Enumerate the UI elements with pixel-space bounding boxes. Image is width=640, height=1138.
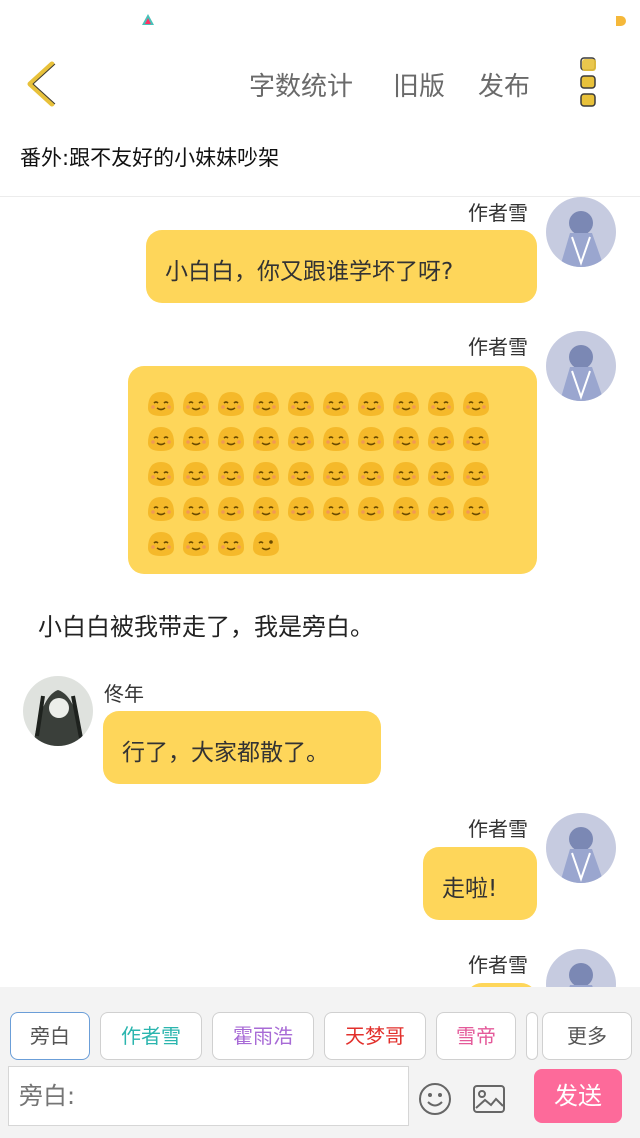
smiling-blob-emoji <box>181 458 211 488</box>
send-button[interactable]: 发送 <box>534 1069 622 1123</box>
smiling-blob-emoji <box>321 458 351 488</box>
role-tab-huoyuhao[interactable]: 霍雨浩 <box>212 1012 314 1060</box>
smiling-blob-emoji <box>461 423 491 453</box>
author-avatar-image <box>546 949 616 987</box>
role-tab-author[interactable]: 作者雪 <box>100 1012 202 1060</box>
avatar[interactable] <box>546 197 616 267</box>
message-bubble[interactable]: 小白白，你又跟谁学坏了呀? <box>146 230 537 303</box>
smiling-blob-emoji <box>321 493 351 523</box>
smiling-blob-emoji <box>146 493 176 523</box>
smiling-blob-emoji <box>426 423 456 453</box>
battery-dot-icon <box>616 16 626 26</box>
smiling-blob-emoji <box>146 528 176 558</box>
smiling-blob-emoji <box>251 493 281 523</box>
composer-panel: 旁白 作者雪 霍雨浩 天梦哥 雪帝 更多 发送 <box>0 987 640 1138</box>
message-text: 小白白，你又跟谁学坏了呀? <box>165 259 454 285</box>
message-bubble[interactable]: 走啦! <box>423 847 537 920</box>
smiling-blob-emoji <box>181 493 211 523</box>
message-input[interactable] <box>8 1066 409 1126</box>
message-bubble[interactable]: 行了，大家都散了。 <box>103 711 381 784</box>
smiling-blob-emoji <box>391 493 421 523</box>
emoji-icon[interactable] <box>418 1082 452 1116</box>
smiling-blob-emoji <box>391 458 421 488</box>
author-name: 作者雪 <box>468 817 528 841</box>
smiling-blob-emoji <box>181 423 211 453</box>
smiling-blob-emoji <box>461 458 491 488</box>
message-text: 走啦! <box>442 876 498 902</box>
smiling-blob-emoji <box>461 388 491 418</box>
more-roles-button[interactable]: 更多 <box>542 1012 632 1060</box>
smiling-blob-emoji <box>146 423 176 453</box>
smiling-blob-emoji <box>216 458 246 488</box>
avatar[interactable] <box>546 331 616 401</box>
author-name: 作者雪 <box>468 335 528 359</box>
role-tab-tianmengge[interactable]: 天梦哥 <box>324 1012 426 1060</box>
author-name: 作者雪 <box>468 201 528 225</box>
smiling-blob-emoji <box>146 458 176 488</box>
smiling-blob-emoji <box>356 493 386 523</box>
message-text: 行了，大家都散了。 <box>122 740 329 766</box>
smiling-blob-emoji <box>251 388 281 418</box>
smiling-blob-emoji <box>216 493 246 523</box>
app-status-icon <box>142 14 154 25</box>
smiling-blob-emoji <box>461 493 491 523</box>
smiling-blob-emoji <box>391 423 421 453</box>
avatar[interactable] <box>546 949 616 987</box>
publish-button[interactable]: 发布 <box>478 66 530 103</box>
role-tab-narrator[interactable]: 旁白 <box>10 1012 90 1060</box>
smiling-blob-emoji <box>216 423 246 453</box>
role-tab-xuedi[interactable]: 雪帝 <box>436 1012 516 1060</box>
narration-text: 小白白被我带走了，我是旁白。 <box>38 613 374 641</box>
author-avatar-image <box>546 331 616 401</box>
smiling-blob-emoji <box>216 528 246 558</box>
avatar[interactable] <box>546 813 616 883</box>
chapter-title: 番外:跟不友好的小妹妹吵架 <box>20 146 280 170</box>
smiling-blob-emoji <box>286 423 316 453</box>
chat-area[interactable]: 作者雪 小白白，你又跟谁学坏了呀? 作者雪 小白白被我带走了，我是旁白。 佟年 … <box>0 197 640 987</box>
avatar[interactable] <box>23 676 93 746</box>
smiling-blob-emoji <box>251 423 281 453</box>
smiling-blob-emoji <box>321 423 351 453</box>
smiling-blob-emoji <box>146 388 176 418</box>
author-avatar-image <box>546 813 616 883</box>
smiling-blob-emoji <box>356 388 386 418</box>
smiling-blob-emoji <box>426 458 456 488</box>
more-menu-icon[interactable] <box>578 54 602 110</box>
emoji-grid <box>146 388 506 563</box>
author-name: 佟年 <box>104 682 144 706</box>
smiling-blob-emoji <box>321 388 351 418</box>
smiling-blob-emoji <box>216 388 246 418</box>
role-tab-hidden[interactable] <box>526 1012 538 1060</box>
smiling-blob-emoji <box>286 388 316 418</box>
author-name: 作者雪 <box>468 953 528 977</box>
smiling-blob-emoji <box>251 458 281 488</box>
winking-blob-emoji <box>251 528 281 558</box>
author-avatar-image <box>546 197 616 267</box>
smiling-blob-emoji <box>356 423 386 453</box>
emoji-message-bubble[interactable] <box>128 366 537 574</box>
smiling-blob-emoji <box>286 493 316 523</box>
smiling-blob-emoji <box>426 388 456 418</box>
smiling-blob-emoji <box>181 388 211 418</box>
smiling-blob-emoji <box>181 528 211 558</box>
back-chevron-icon[interactable] <box>20 58 66 110</box>
tongnian-avatar-image <box>23 676 93 746</box>
top-bar: 字数统计 旧版 发布 <box>0 44 640 124</box>
status-bar <box>0 0 640 44</box>
image-icon[interactable] <box>472 1083 506 1115</box>
word-count-button[interactable]: 字数统计 <box>249 66 353 103</box>
smiling-blob-emoji <box>286 458 316 488</box>
old-version-button[interactable]: 旧版 <box>393 66 445 103</box>
smiling-blob-emoji <box>356 458 386 488</box>
smiling-blob-emoji <box>426 493 456 523</box>
smiling-blob-emoji <box>391 388 421 418</box>
